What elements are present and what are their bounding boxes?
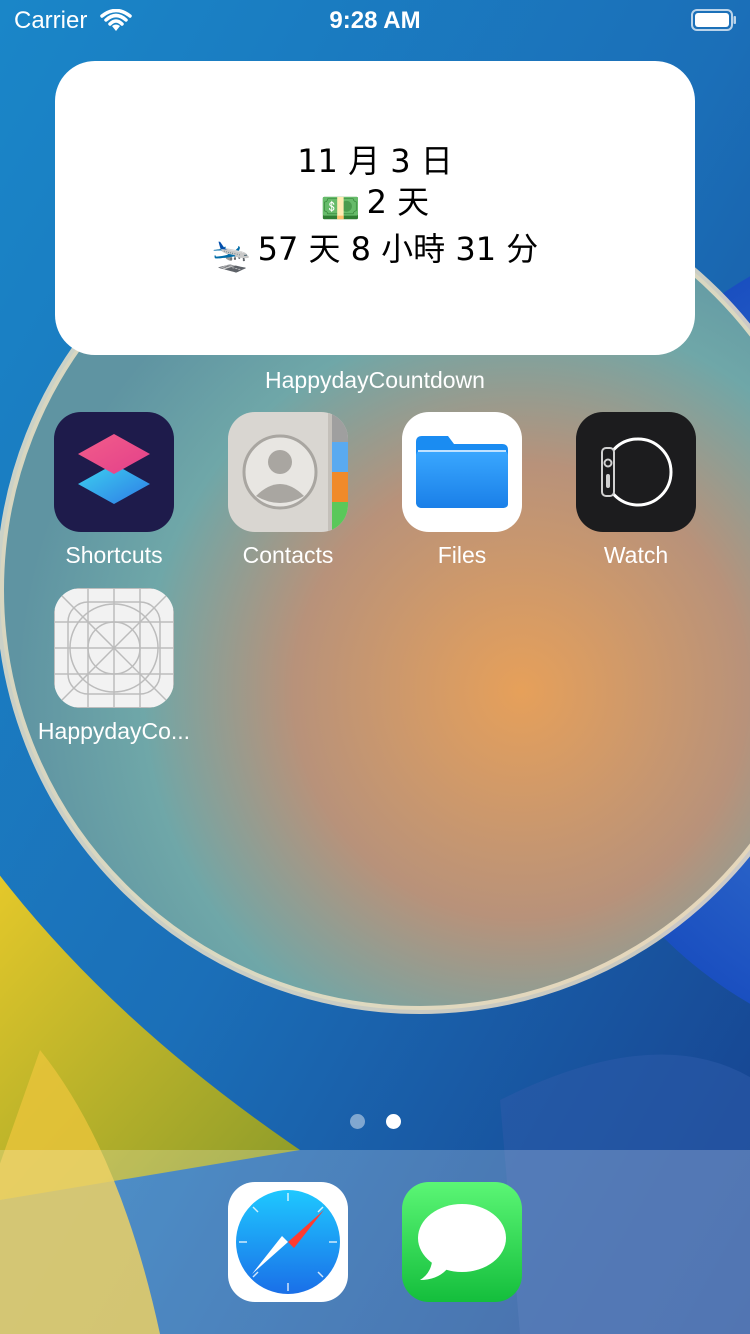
status-time: 9:28 AM xyxy=(329,7,421,34)
messages-icon xyxy=(402,1182,522,1302)
placeholder-app-icon xyxy=(54,588,174,708)
safari-icon xyxy=(228,1182,348,1302)
widget-flight-countdown: 57 天 8 小時 31 分 xyxy=(257,229,539,268)
dock-app-messages[interactable] xyxy=(402,1182,522,1302)
page-dot-2-active[interactable] xyxy=(386,1114,401,1129)
battery-icon xyxy=(691,9,736,31)
dock xyxy=(0,1150,750,1334)
page-indicator[interactable] xyxy=(0,1114,750,1130)
widget-money-line: 💵 2 天 xyxy=(321,182,429,229)
status-bar: Carrier 9:28 AM xyxy=(0,0,750,40)
widget-date-line: 11 月 3 日 xyxy=(297,141,453,182)
widget-flight-line: 🛬 57 天 8 小時 31 分 xyxy=(212,229,539,276)
shortcuts-icon xyxy=(54,412,174,532)
widget-label: HappydayCountdown xyxy=(265,367,485,393)
plane-landing-emoji-icon: 🛬 xyxy=(211,235,252,274)
countdown-widget[interactable]: 11 月 3 日 💵 2 天 🛬 57 天 8 小時 31 分 xyxy=(55,61,695,355)
app-label-contacts: Contacts xyxy=(242,542,334,568)
app-label-watch: Watch xyxy=(603,542,669,568)
app-label-shortcuts: Shortcuts xyxy=(65,542,163,568)
dock-app-safari[interactable] xyxy=(228,1182,348,1302)
app-label-happydaycountdown: HappydayCo... xyxy=(37,718,191,744)
watch-icon xyxy=(576,412,696,532)
app-label-files: Files xyxy=(437,542,487,568)
contacts-icon xyxy=(228,412,348,532)
files-icon xyxy=(402,412,522,532)
page-dot-1[interactable] xyxy=(350,1114,365,1129)
widget-money-countdown: 2 天 xyxy=(366,182,430,221)
money-emoji-icon: 💵 xyxy=(320,188,361,227)
widget-date: 11 月 3 日 xyxy=(297,141,453,180)
